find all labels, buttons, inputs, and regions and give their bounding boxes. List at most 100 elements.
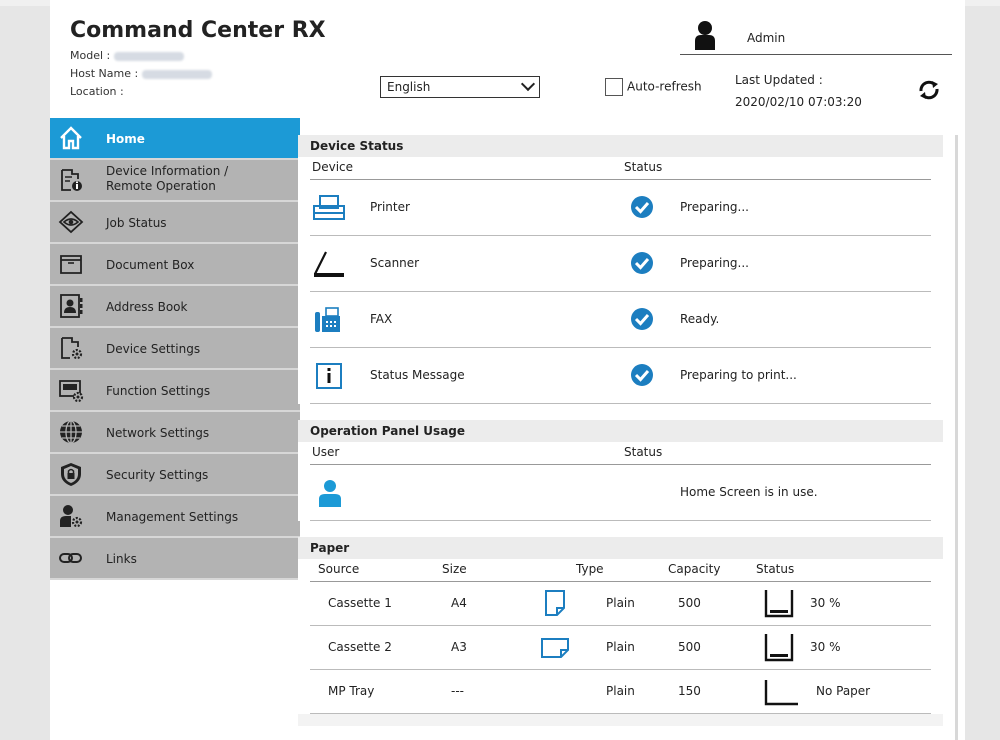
col-status: Status xyxy=(624,160,663,174)
sidebar-item-management-settings[interactable]: Management Settings xyxy=(50,496,300,538)
shield-icon xyxy=(61,463,81,486)
col-status: Status xyxy=(624,445,663,459)
device-status-header: Device Status xyxy=(310,157,931,180)
paper-status: No Paper xyxy=(816,684,871,698)
model-info: Model : xyxy=(70,49,185,62)
sidebar-item-document-box[interactable]: Document Box xyxy=(50,244,300,286)
paper-portrait-icon xyxy=(545,590,565,616)
sidebar-item-security-settings[interactable]: Security Settings xyxy=(50,454,300,496)
fax-icon xyxy=(315,307,340,332)
paper-panel: Paper Source Size Type Capacity Status C… xyxy=(298,537,943,726)
col-capacity: Capacity xyxy=(668,562,721,576)
host-info: Host Name : xyxy=(70,67,213,80)
col-size: Size xyxy=(442,562,467,576)
check-circle-icon xyxy=(631,252,653,274)
sidebar-item-device-settings[interactable]: Device Settings xyxy=(50,328,300,370)
col-type: Type xyxy=(576,562,604,576)
sidebar-item-address-book[interactable]: Address Book xyxy=(50,286,300,328)
device-row-fax: FAX Ready. xyxy=(310,292,931,348)
link-icon xyxy=(59,553,82,563)
device-status-text: Preparing... xyxy=(680,256,749,270)
paper-capacity: 150 xyxy=(678,684,701,698)
brand-title: Command Center RX xyxy=(70,18,326,43)
function-settings-icon xyxy=(59,380,84,403)
auto-refresh-toggle[interactable]: Auto-refresh xyxy=(605,78,702,96)
paper-size: A4 xyxy=(451,596,467,610)
device-row-scanner: Scanner Preparing... xyxy=(310,236,931,292)
col-user: User xyxy=(312,445,340,459)
check-circle-icon xyxy=(631,308,653,330)
paper-tray-empty-icon xyxy=(764,680,798,706)
sidebar-item-function-settings[interactable]: Function Settings xyxy=(50,370,300,412)
sidebar-item-label: Device Information / Remote Operation xyxy=(106,164,229,193)
last-updated-value: 2020/02/10 07:03:20 xyxy=(735,95,862,109)
sidebar-item-label: Links xyxy=(106,552,137,566)
last-updated-label: Last Updated : xyxy=(735,73,823,87)
operation-panel-usage: Operation Panel Usage User Status Home S… xyxy=(298,420,943,521)
paper-source: Cassette 1 xyxy=(328,596,392,610)
operation-panel-header: User Status xyxy=(310,442,931,465)
paper-type: Plain xyxy=(606,640,635,654)
paper-size: A3 xyxy=(451,640,467,654)
paper-status: 30 % xyxy=(810,640,841,654)
paper-landscape-icon xyxy=(541,638,569,658)
sidebar-item-network-settings[interactable]: Network Settings xyxy=(50,412,300,454)
sidebar-item-label: Function Settings xyxy=(106,384,211,398)
refresh-icon[interactable] xyxy=(917,78,941,102)
user-icon[interactable] xyxy=(695,20,715,50)
sidebar-item-home[interactable]: Home xyxy=(50,118,300,160)
eye-icon xyxy=(58,210,84,234)
device-row-status-message: Status Message Preparing to print... xyxy=(310,348,931,404)
sidebar-item-label: Document Box xyxy=(106,258,195,272)
operation-panel-title: Operation Panel Usage xyxy=(298,420,943,442)
device-name: Status Message xyxy=(370,368,465,382)
paper-row-cassette-1: Cassette 1 A4 Plain 500 30 % xyxy=(310,582,931,626)
sidebar-item-device-information[interactable]: Device Information / Remote Operation xyxy=(50,160,300,202)
paper-source: MP Tray xyxy=(328,684,375,698)
device-name: Scanner xyxy=(370,256,420,270)
user-name[interactable]: Admin xyxy=(747,31,785,45)
panel-gap xyxy=(298,714,943,726)
user-icon xyxy=(319,480,341,507)
col-source: Source xyxy=(318,562,360,576)
sidebar-item-label: Management Settings xyxy=(106,510,239,524)
device-status-title: Device Status xyxy=(298,135,943,157)
info-icon xyxy=(316,363,342,389)
col-device: Device xyxy=(312,160,354,174)
paper-level-icon xyxy=(764,590,794,618)
home-icon xyxy=(60,126,82,150)
scrollbar[interactable] xyxy=(955,135,958,740)
col-status: Status xyxy=(756,562,795,576)
operation-panel-status: Home Screen is in use. xyxy=(680,485,818,499)
device-settings-icon xyxy=(61,337,83,360)
language-select[interactable]: English xyxy=(380,76,540,98)
printer-icon xyxy=(313,195,345,220)
paper-capacity: 500 xyxy=(678,596,701,610)
sidebar-item-job-status[interactable]: Job Status xyxy=(50,202,300,244)
last-updated: Last Updated : 2020/02/10 07:03:20 xyxy=(735,69,862,113)
paper-status: 30 % xyxy=(810,596,841,610)
device-info-icon xyxy=(61,169,82,191)
auto-refresh-label: Auto-refresh xyxy=(627,79,702,94)
sidebar-item-label: Security Settings xyxy=(106,468,209,482)
sidebar-item-label: Job Status xyxy=(106,216,167,230)
paper-header: Source Size Type Capacity Status xyxy=(310,559,931,582)
paper-row-mp-tray: MP Tray --- Plain 150 No Paper xyxy=(310,670,931,714)
paper-type: Plain xyxy=(606,596,635,610)
device-status-panel: Device Status Device Status Printer Prep… xyxy=(298,135,943,404)
device-status-text: Preparing to print... xyxy=(680,368,797,382)
management-icon xyxy=(60,505,83,528)
paper-row-cassette-2: Cassette 2 A3 Plain 500 30 % xyxy=(310,626,931,670)
folder-icon xyxy=(60,255,82,274)
check-circle-icon xyxy=(631,364,653,386)
device-row-printer: Printer Preparing... xyxy=(310,180,931,236)
page: Command Center RX Model : Host Name : Lo… xyxy=(50,0,965,740)
device-name: FAX xyxy=(370,312,393,326)
header-divider xyxy=(680,54,952,55)
sidebar-item-links[interactable]: Links xyxy=(50,538,300,580)
device-status-text: Ready. xyxy=(680,312,720,326)
chevron-down-icon xyxy=(520,76,536,92)
address-book-icon xyxy=(60,294,83,318)
device-status-text: Preparing... xyxy=(680,200,749,214)
auto-refresh-checkbox[interactable] xyxy=(605,78,623,96)
